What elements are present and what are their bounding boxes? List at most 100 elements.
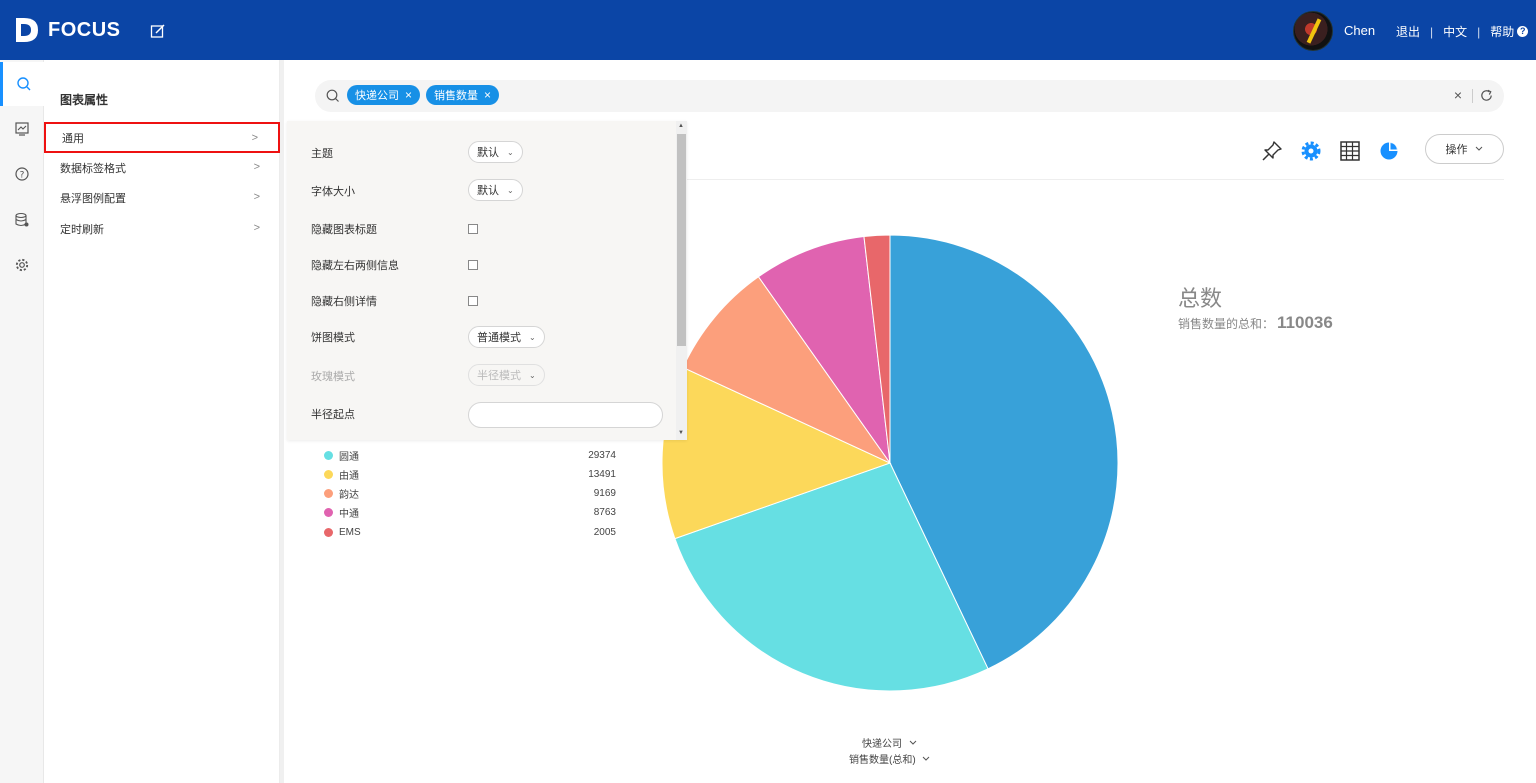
hide-right-detail-checkbox[interactable]: [468, 296, 478, 306]
scrollbar-thumb[interactable]: [677, 134, 686, 346]
select-value: 默认: [477, 147, 499, 159]
pie-chart: [661, 234, 1119, 692]
legend-label: 由通: [339, 470, 359, 482]
divider: |: [1477, 24, 1481, 39]
font-size-label: 字体大小: [311, 186, 355, 198]
pie-mode-select[interactable]: 普通模式 ⌄: [468, 326, 545, 348]
search-icon: [326, 89, 339, 102]
hide-right-detail-label: 隐藏右侧详情: [311, 296, 377, 308]
search-bar[interactable]: 快递公司 × 销售数量 × ×: [315, 80, 1504, 112]
board-icon: [15, 122, 29, 136]
edit-icon[interactable]: [150, 23, 166, 39]
hide-title-checkbox[interactable]: [468, 224, 478, 234]
theme-select[interactable]: 默认 ⌄: [468, 141, 523, 163]
total-title: 总数: [1178, 286, 1223, 311]
total-value: 110036: [1277, 313, 1333, 332]
panel-title: 图表属性: [60, 93, 109, 107]
total-label: 销售数量的总和：: [1178, 317, 1275, 331]
dimension-selector[interactable]: 快递公司: [862, 735, 918, 750]
avatar[interactable]: [1293, 11, 1333, 51]
prop-general[interactable]: 通用 >: [44, 122, 280, 153]
search-tag-sales[interactable]: 销售数量 ×: [426, 85, 500, 105]
divider: |: [1430, 24, 1434, 39]
search-tag-company[interactable]: 快递公司 ×: [347, 85, 421, 105]
theme-label: 主题: [311, 148, 333, 160]
legend-swatch: [324, 450, 333, 460]
svg-text:?: ?: [20, 171, 25, 181]
rail-search[interactable]: [0, 62, 44, 106]
legend-swatch: [324, 508, 333, 518]
general-settings-popover: 主题 默认 ⌄ 字体大小 默认 ⌄ 隐藏图表标题 隐藏左右两侧信息 隐藏右侧详情 饼…: [287, 121, 687, 440]
legend-label: 圆通: [339, 451, 359, 463]
prop-label: 数据标签格式: [60, 163, 126, 175]
chevron-down-icon: ⌄: [529, 332, 536, 342]
pin-icon[interactable]: [1261, 140, 1283, 162]
refresh-icon[interactable]: [1479, 88, 1494, 103]
rail-settings[interactable]: [0, 243, 44, 287]
settings-gear-icon[interactable]: [1300, 140, 1322, 162]
logout-link[interactable]: 退出: [1396, 23, 1420, 40]
dimension-label: 快递公司: [862, 739, 902, 750]
scroll-up-icon[interactable]: ▲: [678, 123, 684, 129]
rose-mode-label: 玫瑰模式: [311, 371, 355, 383]
chevron-right-icon: >: [253, 191, 260, 203]
divider: [1472, 89, 1473, 103]
hide-side-info-checkbox[interactable]: [468, 260, 478, 270]
table-icon[interactable]: [1339, 140, 1361, 162]
chevron-down-icon: ⌄: [529, 370, 536, 380]
help-icon: ?: [15, 167, 29, 181]
chevron-down-icon: ⌄: [507, 147, 514, 157]
clear-search-icon[interactable]: ×: [1454, 87, 1462, 103]
select-value: 半径模式: [477, 370, 521, 382]
top-links: 退出 | 中文 | 帮助 ?: [1396, 23, 1529, 40]
select-value: 默认: [477, 185, 499, 197]
rose-mode-select: 半径模式 ⌄: [468, 364, 545, 386]
legend-value: 9169: [593, 488, 616, 500]
app-logo[interactable]: FOCUS: [14, 16, 121, 44]
operate-button[interactable]: 操作: [1425, 134, 1504, 164]
gear-icon: [15, 258, 29, 272]
rail-database[interactable]: [0, 198, 44, 242]
help-circle-icon[interactable]: ?: [1517, 26, 1529, 37]
close-icon[interactable]: ×: [484, 88, 491, 102]
username[interactable]: Chen: [1344, 23, 1375, 38]
legend-item[interactable]: 圆通 29374: [324, 447, 616, 463]
scroll-down-icon[interactable]: ▼: [678, 430, 684, 436]
search-icon: [16, 77, 30, 91]
prop-scheduled-refresh[interactable]: 定时刷新 >: [44, 214, 280, 244]
prop-label: 定时刷新: [60, 224, 104, 236]
chevron-down-icon: [909, 740, 917, 745]
font-size-select[interactable]: 默认 ⌄: [468, 179, 523, 201]
rail-board[interactable]: [0, 107, 44, 151]
chevron-down-icon: [923, 756, 930, 761]
legend-item[interactable]: EMS 2005: [324, 524, 616, 540]
legend-value: 13491: [588, 468, 616, 480]
select-value: 普通模式: [477, 332, 521, 344]
prop-hover-legend[interactable]: 悬浮图例配置 >: [44, 183, 280, 213]
tag-label: 销售数量: [434, 90, 478, 102]
radius-start-label: 半径起点: [311, 409, 355, 421]
legend-item[interactable]: 中通 8763: [324, 505, 616, 521]
legend-swatch: [324, 469, 333, 479]
measure-selector[interactable]: 销售数量(总和): [849, 751, 931, 766]
legend-item[interactable]: 韵达 9169: [324, 486, 616, 502]
database-icon: [15, 212, 29, 227]
legend-item[interactable]: 由通 13491: [324, 466, 616, 482]
pie-chart-icon[interactable]: [1378, 140, 1400, 162]
prop-data-label-format[interactable]: 数据标签格式 >: [44, 153, 280, 183]
close-icon[interactable]: ×: [405, 88, 412, 102]
radius-start-input[interactable]: [468, 402, 663, 428]
help-link[interactable]: 帮助: [1490, 23, 1514, 40]
rail-help[interactable]: ?: [0, 152, 44, 196]
panel-divider: [280, 60, 284, 783]
icon-rail: ?: [0, 60, 44, 783]
chart-properties-panel: 图表属性 通用 > 数据标签格式 > 悬浮图例配置 > 定时刷新 >: [44, 60, 280, 783]
hide-title-label: 隐藏图表标题: [311, 224, 377, 236]
top-bar: FOCUS Chen 退出 | 中文 | 帮助 ?: [0, 0, 1536, 60]
chevron-down-icon: [1475, 146, 1482, 151]
prop-label: 通用: [62, 132, 84, 145]
language-link[interactable]: 中文: [1443, 23, 1467, 40]
total-summary: 销售数量的总和： 110036: [1178, 313, 1333, 333]
chevron-right-icon: >: [253, 161, 260, 173]
legend-label: 中通: [339, 509, 359, 521]
